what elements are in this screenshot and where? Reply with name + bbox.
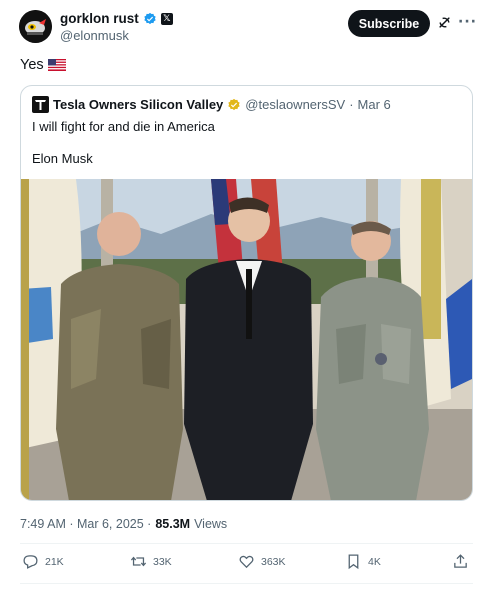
quote-display-name[interactable]: Tesla Owners Silicon Valley: [53, 97, 223, 112]
share-icon: [454, 554, 467, 568]
repost-count: 33K: [153, 555, 172, 568]
affiliate-badge-icon: 𝕏: [160, 12, 173, 25]
repost-icon: [130, 556, 147, 567]
quote-text-line2: Elon Musk: [32, 151, 93, 166]
post: gorklon rust 𝕏 @elonmusk Subscribe ··· Y…: [0, 0, 493, 590]
subscribe-button[interactable]: Subscribe: [348, 10, 430, 37]
views-label: Views: [194, 517, 228, 531]
author-row: gorklon rust 𝕏: [60, 11, 173, 26]
quote-handle[interactable]: @teslaownersSV: [245, 97, 345, 112]
reply-icon: [23, 555, 38, 569]
tweet-text-content: Yes: [20, 57, 44, 73]
repost-button[interactable]: 33K: [130, 553, 172, 570]
quote-date[interactable]: Mar 6: [358, 97, 391, 112]
bookmark-button[interactable]: 4K: [345, 553, 381, 570]
reply-count: 21K: [45, 555, 64, 568]
more-icon[interactable]: ···: [458, 14, 477, 30]
quote-avatar[interactable]: [32, 96, 49, 113]
bookmark-icon: [348, 554, 359, 570]
bottom-divider: [20, 583, 473, 584]
quoted-tweet-card[interactable]: Tesla Owners Silicon Valley @teslaowners…: [20, 85, 473, 501]
quote-separator: ·: [349, 97, 354, 112]
avatar[interactable]: [19, 10, 52, 43]
action-bar: 21K 33K 363K 4K: [20, 553, 473, 575]
like-count: 363K: [261, 555, 286, 568]
tweet-meta: 7:49 AM · Mar 6, 2025 · 85.3M Views: [20, 517, 227, 531]
flag-us-icon: [47, 59, 66, 71]
author-display-name[interactable]: gorklon rust: [60, 11, 139, 26]
grok-icon[interactable]: [437, 15, 452, 30]
like-button[interactable]: 363K: [238, 553, 286, 570]
bookmark-count: 4K: [368, 555, 381, 568]
share-button[interactable]: [452, 553, 469, 570]
views-count[interactable]: 85.3M: [155, 517, 190, 531]
gold-verified-icon: [228, 98, 240, 110]
quote-photo[interactable]: [21, 179, 472, 501]
like-icon: [239, 555, 254, 569]
tweet-timestamp[interactable]: 7:49 AM · Mar 6, 2025 ·: [20, 517, 151, 531]
author-handle[interactable]: @elonmusk: [60, 28, 129, 43]
quote-header: Tesla Owners Silicon Valley @teslaowners…: [32, 96, 391, 113]
reply-button[interactable]: 21K: [22, 553, 64, 570]
tweet-text: Yes: [20, 57, 66, 73]
divider: [20, 543, 473, 544]
verified-icon: [144, 12, 156, 24]
quote-text-line1: I will fight for and die in America: [32, 119, 215, 134]
